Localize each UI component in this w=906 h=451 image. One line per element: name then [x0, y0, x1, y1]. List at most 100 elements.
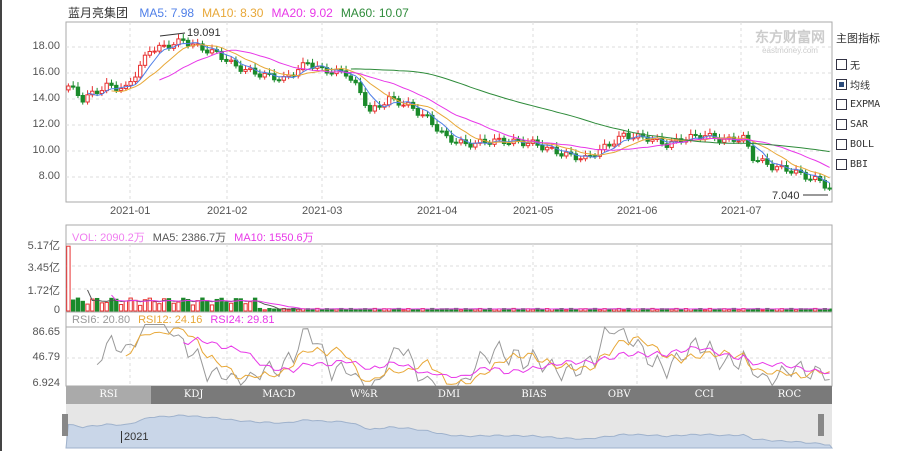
candle	[209, 49, 215, 54]
date-label: 2021-02	[207, 205, 248, 217]
indicator-option[interactable]: SAR	[836, 114, 880, 134]
indicator-option[interactable]: 无	[836, 54, 880, 74]
candle	[205, 49, 210, 54]
volume-bar	[434, 308, 440, 312]
indicator-option[interactable]: BOLL	[836, 134, 880, 154]
candle	[401, 104, 406, 107]
price-panel	[65, 21, 833, 203]
ma20-line	[159, 49, 830, 168]
tab-dmi[interactable]: DMI	[406, 386, 491, 404]
volume-bar	[726, 308, 732, 312]
tab-obv[interactable]: OBV	[577, 386, 662, 404]
option-label: SAR	[850, 118, 869, 130]
navigator-handle-left[interactable]	[62, 414, 68, 436]
candle	[415, 107, 421, 116]
stock-chart[interactable]: 东方财富网eastmoney.com 19.091 7.040	[0, 0, 906, 451]
date-label: 2021-05	[513, 205, 554, 217]
candle	[454, 141, 459, 144]
tab-bias[interactable]: BIAS	[492, 386, 577, 404]
volume-bar	[118, 304, 124, 312]
volume-bar	[80, 300, 85, 312]
volume-bar	[133, 299, 138, 312]
candle	[377, 105, 382, 108]
candle	[425, 114, 430, 117]
volume-bar	[597, 309, 602, 312]
volume-bar	[645, 309, 650, 312]
volume-bar	[205, 300, 210, 312]
axis-label: 6.924	[32, 377, 60, 389]
volume-bar	[621, 309, 626, 312]
volume-bar	[343, 309, 349, 312]
panel-title: 主图指标	[836, 33, 880, 45]
volume-bar	[611, 308, 617, 312]
candle	[540, 144, 545, 151]
candle	[774, 166, 780, 171]
volume-bar	[817, 309, 823, 312]
volume-bar	[190, 304, 196, 312]
candle	[439, 130, 444, 133]
candle	[602, 143, 607, 151]
tab-kdj[interactable]: KDJ	[151, 386, 236, 404]
navigator-handle-right[interactable]	[818, 414, 824, 436]
checkbox[interactable]	[836, 98, 847, 110]
volume-bar	[588, 308, 593, 312]
checkbox[interactable]	[836, 58, 847, 70]
indicator-option[interactable]: EXPMA	[836, 94, 880, 114]
axis-label: 12.00	[32, 118, 60, 130]
checkbox[interactable]	[836, 118, 847, 130]
candle	[434, 124, 440, 132]
candle	[305, 62, 310, 65]
volume-bar	[449, 308, 454, 312]
candle	[138, 64, 143, 78]
tab-macd[interactable]: MACD	[236, 386, 321, 404]
tab-wr[interactable]: W%R	[321, 386, 406, 404]
checkbox[interactable]	[836, 78, 847, 90]
volume-bar	[334, 308, 339, 312]
candle	[808, 178, 813, 181]
candle	[161, 44, 167, 47]
candle	[243, 69, 248, 72]
volume-bar	[71, 299, 76, 312]
candle	[372, 105, 377, 112]
volume-bar	[655, 308, 660, 312]
candle	[525, 142, 531, 147]
checkbox[interactable]	[836, 138, 847, 150]
candle	[506, 142, 512, 145]
volume-bar	[243, 303, 248, 312]
volume-bar	[425, 309, 430, 312]
volume-bar	[66, 245, 71, 312]
volume-bar	[104, 301, 109, 312]
watermark: 东方财富网	[755, 29, 825, 45]
candle	[760, 158, 765, 162]
option-label: 无	[850, 60, 860, 72]
indicator-option[interactable]: 均线	[836, 74, 880, 94]
axis-label: 86.65	[32, 326, 60, 338]
candle	[85, 94, 90, 103]
volume-bar	[377, 308, 382, 312]
candle	[607, 143, 612, 147]
candle	[722, 138, 727, 143]
candle	[142, 54, 148, 66]
candle	[118, 87, 124, 91]
axis-label: 1.72亿	[27, 285, 60, 297]
candle	[793, 169, 799, 174]
tab-roc[interactable]: ROC	[747, 386, 832, 404]
axis-label: 18.00	[32, 40, 60, 52]
tab-rsi[interactable]: RSI	[66, 386, 152, 404]
candle	[157, 44, 162, 52]
indicator-option[interactable]: BBI	[836, 154, 880, 174]
candle	[736, 140, 741, 143]
rsi-panel	[65, 311, 833, 387]
volume-bar	[367, 309, 373, 312]
volume-panel	[65, 224, 833, 313]
checkbox[interactable]	[836, 158, 847, 170]
rsi12-line	[125, 327, 830, 385]
option-label: 均线	[850, 80, 870, 92]
candle	[559, 153, 564, 157]
date-label: 2021-07	[721, 205, 762, 217]
candle	[133, 76, 138, 83]
volume-bar	[712, 308, 717, 312]
tab-cci[interactable]: CCI	[662, 386, 747, 404]
candle	[750, 145, 756, 162]
volume-bar	[808, 308, 813, 312]
